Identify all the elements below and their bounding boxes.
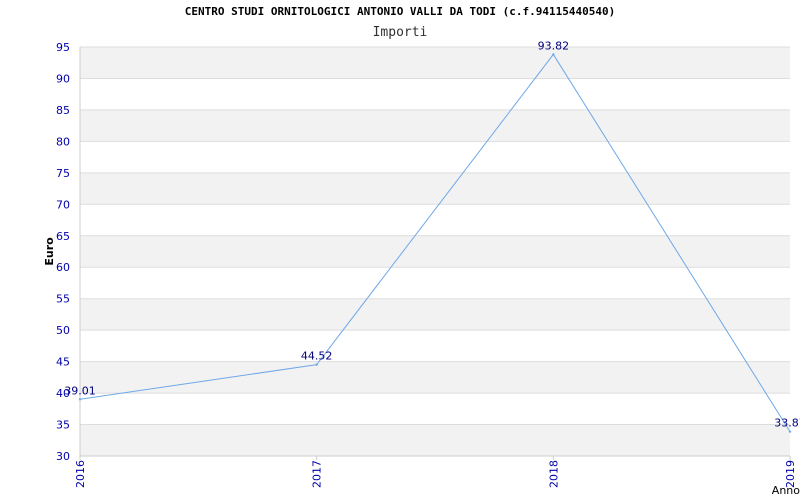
y-tick-label: 90 xyxy=(56,72,70,85)
y-tick-label: 75 xyxy=(56,167,70,180)
x-tick-label: 2016 xyxy=(74,460,87,488)
grid-band xyxy=(80,172,790,205)
grid-band xyxy=(80,298,790,331)
x-axis-label: Anno xyxy=(772,484,800,497)
data-point xyxy=(78,398,82,401)
y-axis-label: Euro xyxy=(43,237,56,266)
chart: CENTRO STUDI ORNITOLOGICI ANTONIO VALLI … xyxy=(0,0,800,500)
plot-area: 30354045505560657075808590952016 2017 2018… xyxy=(43,39,800,497)
data-point xyxy=(788,430,792,433)
y-tick-label: 85 xyxy=(56,104,70,117)
y-tick-label: 60 xyxy=(56,261,70,274)
data-point xyxy=(315,363,318,366)
y-tick-label: 35 xyxy=(56,419,70,432)
y-tick-label: 30 xyxy=(56,450,70,463)
grid-band xyxy=(80,109,790,142)
data-label: 39.01 xyxy=(64,384,96,397)
data-label: 33.87 xyxy=(774,417,800,430)
y-tick-label: 95 xyxy=(56,41,70,54)
y-tick-label: 65 xyxy=(56,230,70,243)
y-tick-label: 45 xyxy=(56,356,70,369)
y-tick-label: 70 xyxy=(56,198,70,211)
grid-band xyxy=(80,361,790,394)
y-tick-label: 80 xyxy=(56,135,70,148)
data-label: 93.82 xyxy=(538,39,570,52)
x-tick-label: 2017 xyxy=(311,460,324,488)
x-tick-label: 2018 xyxy=(547,460,560,488)
grid-band xyxy=(80,47,790,79)
y-tick-label: 50 xyxy=(56,324,70,337)
grid-band xyxy=(80,424,790,456)
y-tick-label: 55 xyxy=(56,293,70,306)
data-label: 44.52 xyxy=(301,350,333,363)
data-point xyxy=(552,53,555,56)
